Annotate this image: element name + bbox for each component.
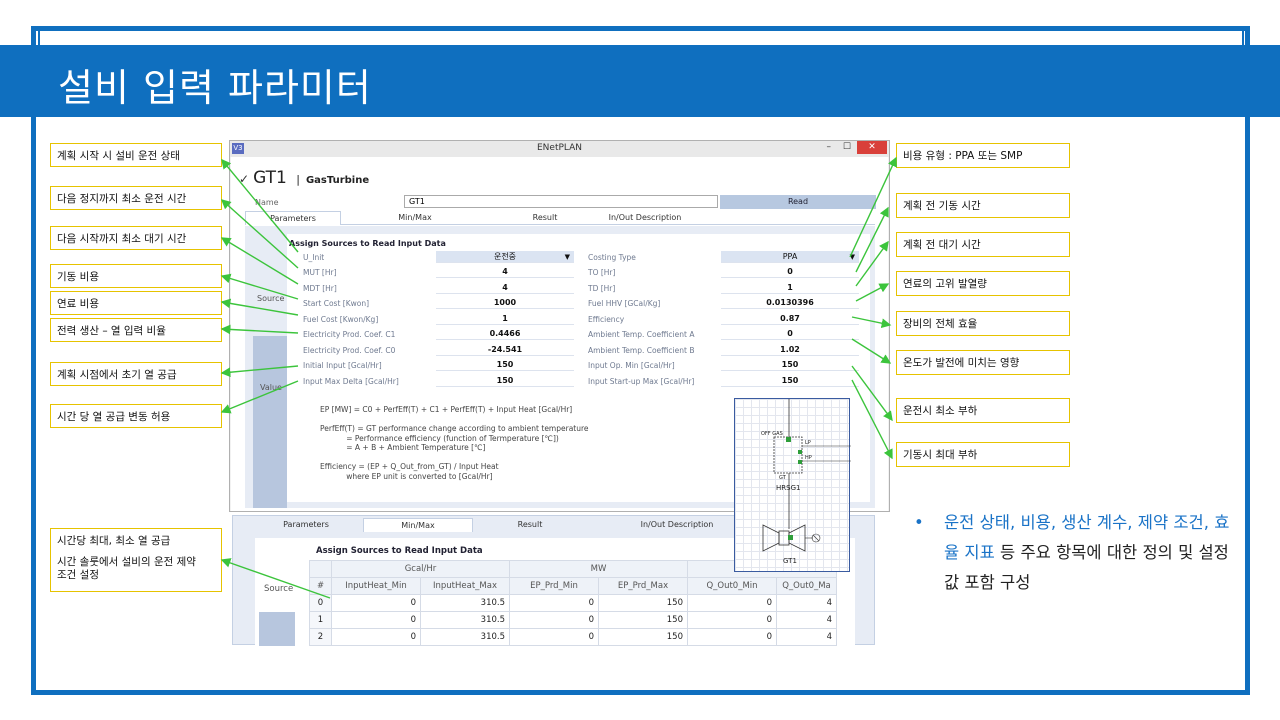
- bullet-dot-icon: •: [914, 513, 924, 532]
- summary-bullet: • 운전 상태, 비용, 생산 계수, 제약 조건, 효율 지표 등 주요 항목…: [914, 508, 1244, 598]
- annotation-arrows: [220, 156, 897, 599]
- summary-text: 운전 상태, 비용, 생산 계수, 제약 조건, 효율 지표 등 주요 항목에 …: [944, 508, 1244, 598]
- summary-highlight-1: 운전 상태, 비용, 생산 계수, 제약 조건,: [944, 513, 1209, 532]
